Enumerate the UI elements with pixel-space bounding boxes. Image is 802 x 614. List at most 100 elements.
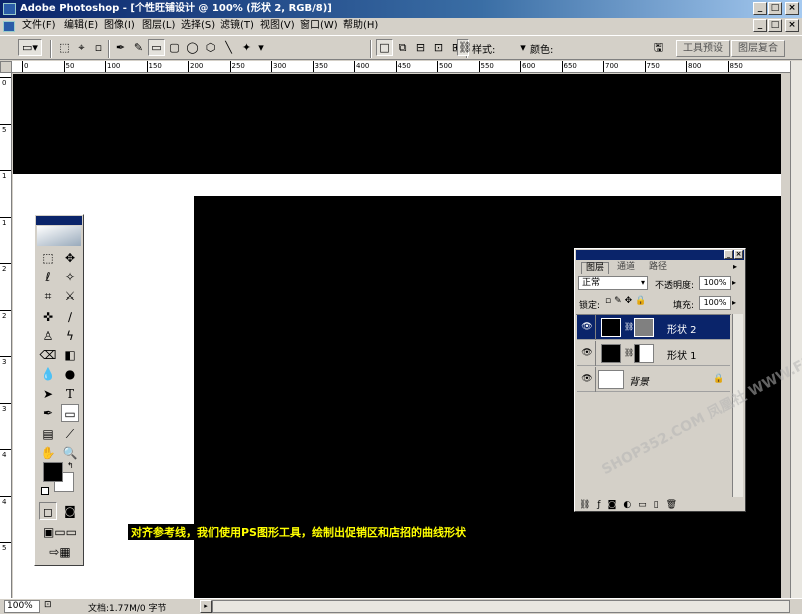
zoom-icon[interactable]: 🔍 (61, 444, 79, 462)
jump-to-imageready-icon[interactable]: ⇨▦ (39, 543, 81, 561)
layer-row-shape-1[interactable]: 👁 ⛓ 形状 1 (577, 341, 730, 366)
menu-layer[interactable]: 图层(L) (142, 19, 175, 33)
rounded-rectangle-icon[interactable]: ▢ (166, 39, 183, 56)
eye-icon[interactable]: 👁 (581, 322, 593, 332)
doc-minimize-button[interactable]: _ (753, 19, 767, 32)
menu-edit[interactable]: 编辑(E) (64, 19, 98, 33)
notes-icon[interactable]: ▤ (39, 425, 57, 443)
vertical-scrollbar[interactable] (790, 61, 802, 598)
ruler-top[interactable]: 0 50 100 150 200 250 300 350 400 450 500 550 600 650 7… (12, 61, 790, 73)
fill-pixels-icon[interactable]: ▫ (90, 39, 107, 56)
freeform-pen-icon[interactable]: ✎ (130, 39, 147, 56)
standard-mode-icon[interactable]: ◻ (39, 502, 57, 520)
paths-icon[interactable]: ⌖ (73, 39, 90, 56)
menu-file[interactable]: 文件(F) (22, 19, 56, 33)
lasso-icon[interactable]: ℓ (39, 268, 57, 286)
layers-palette-titlebar[interactable]: _ × (576, 250, 744, 260)
tool-preset-picker[interactable]: ▭▾ (18, 39, 42, 56)
hand-icon[interactable]: ✋ (39, 444, 57, 462)
custom-shape-icon[interactable]: ✦ (238, 39, 255, 56)
marquee-icon[interactable]: ⬚ (39, 249, 57, 267)
subtract-shape-area-icon[interactable]: ⊟ (412, 39, 429, 56)
opacity-slider-icon[interactable]: ▸ (732, 276, 742, 290)
blur-icon[interactable]: 💧 (39, 365, 57, 383)
ruler-top-number: 50 (65, 62, 75, 70)
eye-icon[interactable]: 👁 (581, 374, 593, 384)
type-icon[interactable]: T (61, 385, 79, 403)
default-colors-icon[interactable] (41, 487, 49, 495)
maximize-button[interactable]: □ (768, 2, 782, 15)
layer-actions-icons[interactable]: ⛓ƒ◙◐▭▯🗑 (579, 499, 739, 511)
style-dropdown-icon[interactable]: ▾ (518, 39, 528, 56)
eye-icon[interactable]: 👁 (581, 348, 593, 358)
menu-select[interactable]: 选择(S) (181, 19, 215, 33)
pen-tool-icon[interactable]: ✒ (39, 404, 57, 422)
doc-restore-button[interactable]: □ (768, 19, 782, 32)
healing-brush-icon[interactable]: ✜ (39, 308, 57, 326)
fill-input[interactable]: 100% (699, 296, 731, 310)
screen-mode-icons[interactable]: ▣▭▭ (39, 523, 81, 541)
line-icon[interactable]: ╲ (220, 39, 237, 56)
layer-row-shape-2[interactable]: 👁 ⛓ 形状 2 (577, 315, 730, 340)
lock-options-icons[interactable]: ▫✎✥🔒 (605, 296, 649, 306)
palette-menu-icon[interactable]: ▸ (733, 262, 737, 271)
tab-tool-presets[interactable]: 工具预设 (676, 40, 730, 57)
eyedropper-icon[interactable]: ⟋ (61, 425, 79, 443)
ruler-left[interactable]: 0 5 1 1 2 2 3 3 4 4 5 (0, 73, 12, 598)
menu-help[interactable]: 帮助(H) (343, 19, 378, 33)
dodge-icon[interactable]: ● (61, 365, 79, 383)
menu-window[interactable]: 窗口(W) (300, 19, 338, 33)
rectangle-tool-icon[interactable]: ▭ (61, 404, 79, 422)
menu-filter[interactable]: 滤镜(T) (220, 19, 254, 33)
move-icon[interactable]: ✥ (61, 249, 79, 267)
close-button[interactable]: × (785, 2, 799, 15)
horizontal-scrollbar[interactable] (212, 600, 790, 613)
toolbox-titlebar[interactable] (36, 216, 82, 225)
fill-slider-icon[interactable]: ▸ (732, 296, 742, 310)
shape-layers-icon[interactable]: ⬚ (56, 39, 73, 56)
ruler-left-tick (0, 77, 11, 78)
tab-layers[interactable]: 图层 (581, 262, 610, 274)
pen-icon[interactable]: ✒ (112, 39, 129, 56)
palette-minimize-button[interactable]: _ (724, 250, 733, 259)
quick-mask-icon[interactable]: ◙ (61, 502, 79, 520)
eraser-icon[interactable]: ⌫ (39, 346, 57, 364)
zoom-input[interactable]: 100% (4, 600, 40, 613)
palette-close-button[interactable]: × (734, 250, 743, 259)
menu-view[interactable]: 视图(V) (260, 19, 295, 33)
tab-channels[interactable]: 通道 (613, 262, 639, 274)
opacity-input[interactable]: 100% (699, 276, 731, 290)
minimize-button[interactable]: _ (753, 2, 767, 15)
link-icon[interactable]: ⛓ (457, 39, 472, 56)
ellipse-icon[interactable]: ◯ (184, 39, 201, 56)
ruler-left-tick (0, 542, 11, 543)
feather-logo-icon[interactable] (37, 226, 81, 246)
rectangle-icon[interactable]: ▭ (148, 39, 165, 56)
menu-image[interactable]: 图像(I) (104, 19, 135, 33)
add-shape-area-icon[interactable]: ⧉ (394, 39, 411, 56)
palette-well-icon[interactable]: 🖫 (650, 39, 667, 56)
polygon-icon[interactable]: ⬡ (202, 39, 219, 56)
intersect-shape-area-icon[interactable]: ⊡ (430, 39, 447, 56)
magic-wand-icon[interactable]: ✧ (61, 268, 79, 286)
layer-row-background[interactable]: 👁 背景 🔒 (577, 367, 730, 392)
swap-colors-icon[interactable]: ↰ (67, 461, 74, 470)
gradient-icon[interactable]: ◧ (61, 346, 79, 364)
brush-icon[interactable]: ∕ (61, 308, 79, 326)
status-arrow-button[interactable]: ▸ (200, 600, 212, 613)
blend-mode-select[interactable]: 正常 ▾ (578, 276, 648, 290)
new-shape-area-icon[interactable]: □ (376, 39, 393, 56)
tab-paths[interactable]: 路径 (645, 262, 671, 274)
clone-stamp-icon[interactable]: ♙ (39, 327, 57, 345)
ruler-origin[interactable] (0, 61, 12, 73)
slice-icon[interactable]: ⚔ (61, 287, 79, 305)
foreground-color-top[interactable] (43, 462, 63, 482)
doc-close-button[interactable]: × (785, 19, 799, 32)
history-brush-icon[interactable]: ϟ (61, 327, 79, 345)
window-title: Adobe Photoshop - [个性旺铺设计 @ 100% (形状 2, … (20, 3, 332, 14)
path-selection-icon[interactable]: ➤ (39, 385, 57, 403)
geometry-options-icon[interactable]: ▾ (256, 39, 266, 56)
status-menu-icon[interactable]: ⊡ (44, 600, 58, 613)
crop-icon[interactable]: ⌗ (39, 287, 57, 305)
tab-layer-comps[interactable]: 图层复合 (731, 40, 785, 57)
